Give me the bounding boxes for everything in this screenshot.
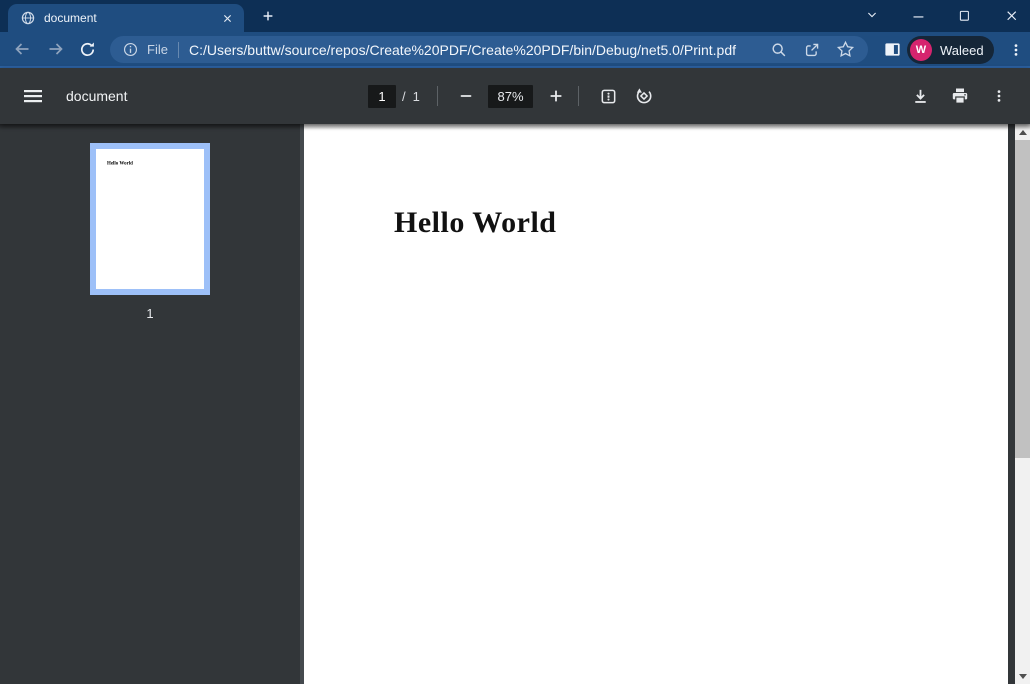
profile-name: Waleed <box>940 43 984 58</box>
download-button[interactable] <box>903 68 937 124</box>
avatar: W <box>910 39 932 61</box>
browser-navbar: File C:/Users/buttw/source/repos/Create%… <box>0 32 1030 68</box>
print-button[interactable] <box>943 68 977 124</box>
page-thumbnail-selected[interactable]: Hello World <box>90 143 210 295</box>
vertical-scrollbar[interactable] <box>1015 124 1030 684</box>
document-heading: Hello World <box>394 206 556 240</box>
tab-title: document <box>44 11 218 25</box>
pdf-toolbar: document / 1 87% <box>0 68 1030 124</box>
globe-favicon-icon <box>20 10 36 26</box>
info-icon[interactable] <box>122 41 139 58</box>
zoom-out-button[interactable] <box>449 68 483 124</box>
url-scheme-label: File <box>147 42 168 57</box>
tab-search-chevron-icon[interactable] <box>858 0 886 30</box>
forward-button[interactable] <box>42 35 70 63</box>
address-bar[interactable]: File C:/Users/buttw/source/repos/Create%… <box>110 36 868 63</box>
zoom-search-icon[interactable] <box>766 37 792 63</box>
maximize-button[interactable] <box>949 0 979 30</box>
page-count: / 1 <box>402 68 427 124</box>
titlebar: document <box>0 0 1030 32</box>
pdf-document-title: document <box>66 68 127 124</box>
page-total: 1 <box>413 89 420 104</box>
reload-button[interactable] <box>73 35 101 63</box>
pdf-viewer-content: Hello World 1 Hello World <box>0 124 1030 684</box>
scroll-down-arrow-icon[interactable] <box>1015 668 1030 684</box>
back-button[interactable] <box>8 35 36 63</box>
thumbnail-sidebar: Hello World 1 <box>0 124 300 684</box>
url-text[interactable]: C:/Users/buttw/source/repos/Create%20PDF… <box>189 42 759 58</box>
pdf-page-area: Hello World <box>304 124 1030 684</box>
address-divider <box>178 42 179 58</box>
tab-close-icon[interactable] <box>218 9 236 27</box>
bookmark-star-icon[interactable] <box>832 37 858 63</box>
zoom-in-button[interactable] <box>539 68 573 124</box>
page-separator: / <box>402 89 406 104</box>
browser-tab[interactable]: document <box>8 4 244 32</box>
zoom-level: 87% <box>488 85 533 108</box>
thumbnail-page-number: 1 <box>146 306 153 321</box>
scrollbar-thumb[interactable] <box>1015 140 1030 458</box>
thumbnail-preview-text: Hello World <box>107 160 133 166</box>
page-number-input[interactable] <box>368 85 396 108</box>
toolbar-separator <box>437 86 438 106</box>
rotate-counterclockwise-button[interactable] <box>627 68 661 124</box>
toolbar-separator <box>578 86 579 106</box>
share-icon[interactable] <box>799 37 825 63</box>
profile-chip[interactable]: W Waleed <box>907 36 994 64</box>
browser-window: document <box>0 0 1030 684</box>
thumbnail-item: Hello World 1 <box>90 143 210 321</box>
browser-menu-kebab-icon[interactable] <box>1004 36 1028 64</box>
close-window-button[interactable] <box>995 0 1027 30</box>
hamburger-menu-icon[interactable] <box>13 68 53 124</box>
viewer-background-strip <box>1008 124 1015 684</box>
pdf-page: Hello World <box>304 124 1008 684</box>
side-panel-icon[interactable] <box>878 35 906 63</box>
pdf-more-options-kebab-icon[interactable] <box>982 68 1016 124</box>
minimize-button[interactable] <box>903 0 933 30</box>
fit-to-page-button[interactable] <box>591 68 625 124</box>
scroll-up-arrow-icon[interactable] <box>1015 124 1030 140</box>
new-tab-button[interactable] <box>254 2 282 30</box>
